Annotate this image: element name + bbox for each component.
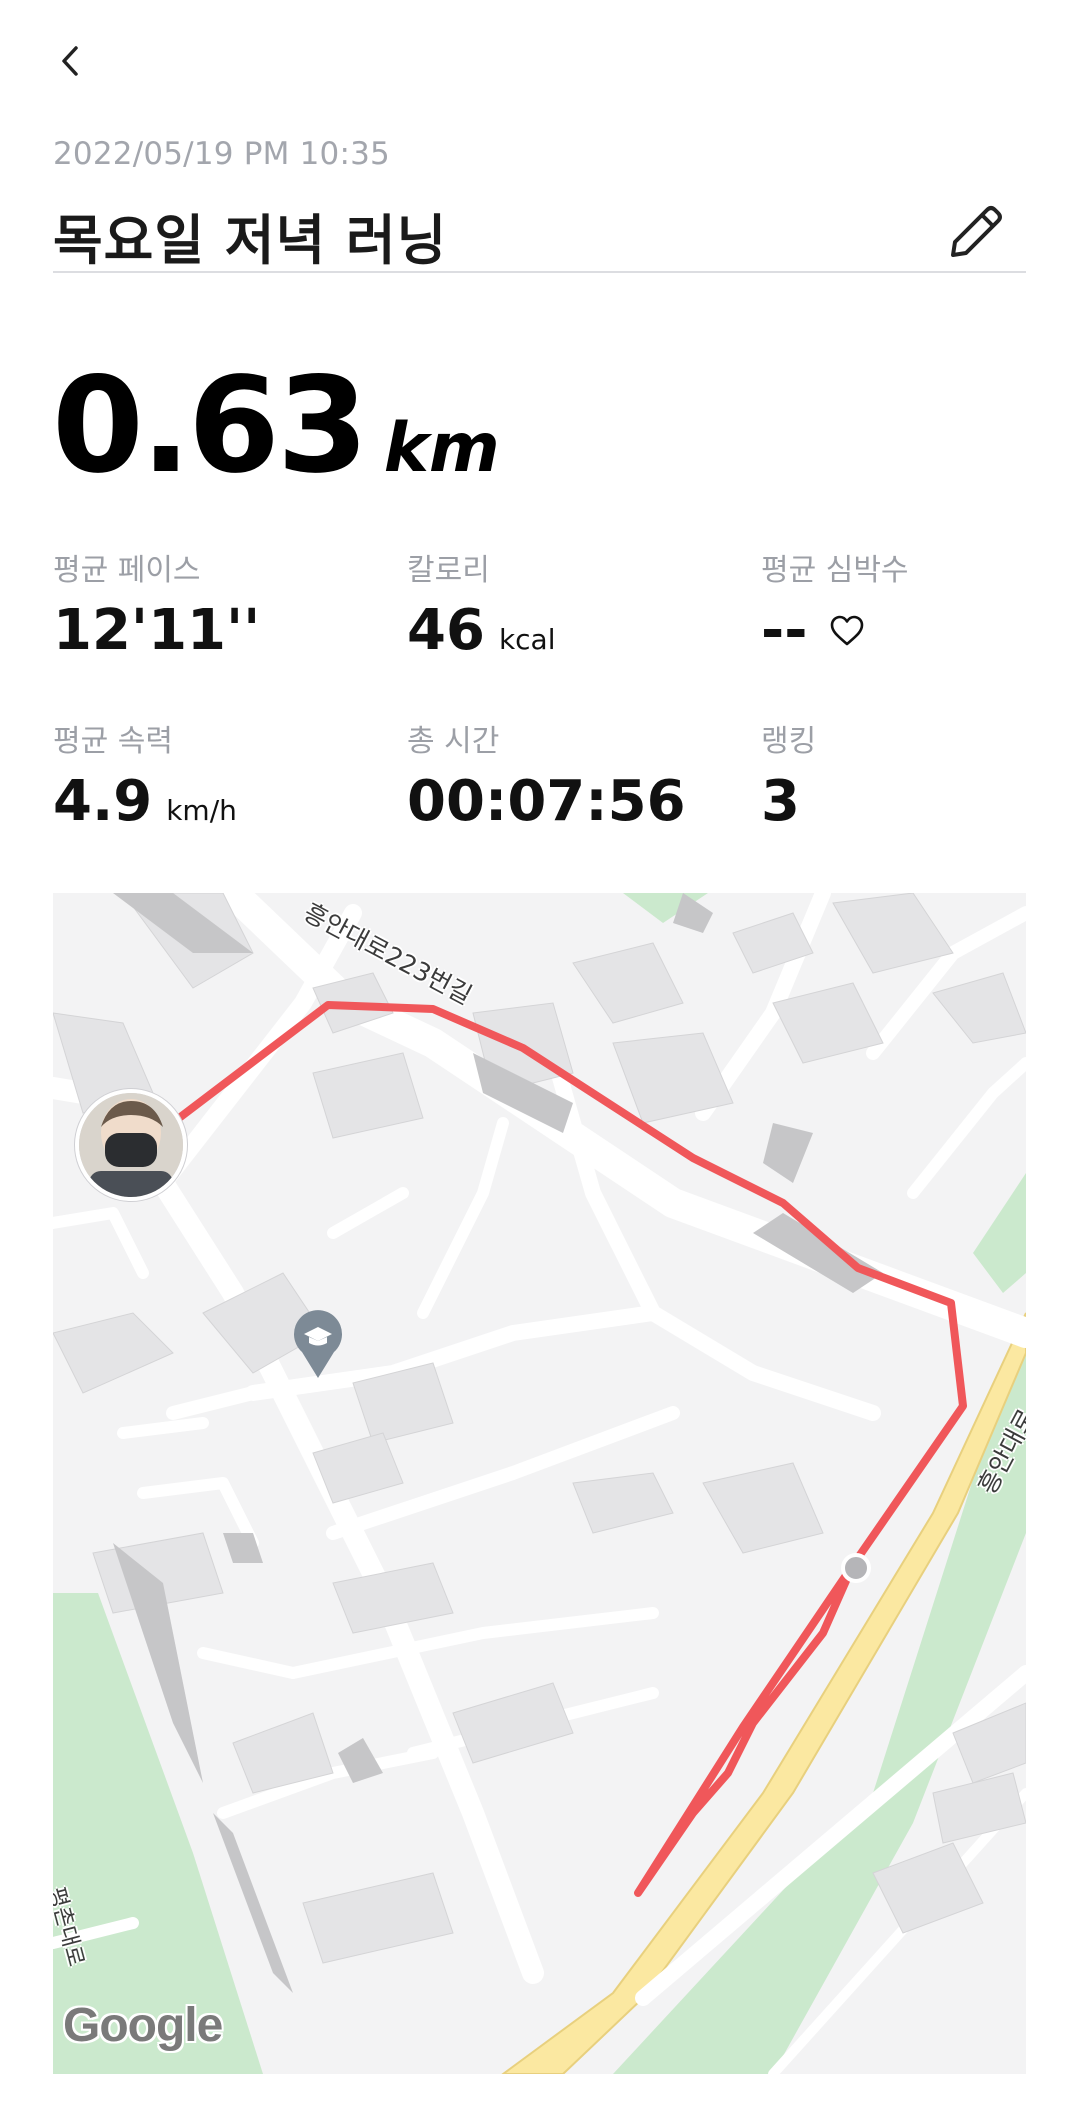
stat-value: 3 xyxy=(761,769,800,834)
stat-value: 12'11'' xyxy=(53,598,261,663)
stat-label: 랭킹 xyxy=(761,724,817,759)
chevron-left-icon xyxy=(62,46,78,76)
stat-value: 46 xyxy=(407,598,485,663)
run-title: 목요일 저녁 러닝 xyxy=(53,209,448,272)
stat-value: 00:07:56 xyxy=(407,769,686,834)
pencil-icon xyxy=(951,206,1002,257)
stat-avg-heart-rate: 평균 심박수 -- xyxy=(761,545,909,659)
stat-unit: km/h xyxy=(166,794,237,827)
heart-outline-icon xyxy=(829,615,865,647)
distance-unit: km xyxy=(383,409,500,488)
route-map[interactable]: 흥안대로223번길 흥안대로 평촌대로 Google xyxy=(53,893,1026,2074)
stat-label: 평균 페이스 xyxy=(53,553,201,588)
stat-ranking[interactable]: 랭킹 3 xyxy=(761,716,816,830)
stat-value: -- xyxy=(761,598,808,663)
stat-avg-speed: 평균 속력 4.9 km/h xyxy=(53,716,237,830)
stat-label: 총 시간 xyxy=(407,724,500,759)
route-marker-point xyxy=(841,1553,871,1583)
distance-display: 0.63 km xyxy=(52,360,500,492)
stat-avg-pace: 평균 페이스 12'11'' xyxy=(53,545,260,659)
stat-total-time: 총 시간 00:07:56 xyxy=(407,716,686,830)
stat-value: 4.9 xyxy=(53,769,153,834)
stat-calories: 칼로리 46 kcal xyxy=(407,545,555,659)
school-pin-icon[interactable] xyxy=(290,1308,346,1380)
user-avatar xyxy=(75,1089,187,1201)
stat-label: 평균 속력 xyxy=(53,724,173,759)
back-button[interactable] xyxy=(40,30,102,92)
stat-unit: kcal xyxy=(498,623,556,656)
header-divider xyxy=(53,271,1026,273)
edit-title-button[interactable] xyxy=(940,196,1012,268)
google-attribution: Google xyxy=(63,1999,223,2052)
distance-value: 0.63 xyxy=(52,349,369,503)
run-date: 2022/05/19 PM 10:35 xyxy=(53,136,390,172)
stat-label: 칼로리 xyxy=(407,553,490,588)
stat-label: 평균 심박수 xyxy=(761,553,909,588)
map-canvas xyxy=(53,893,1026,2074)
